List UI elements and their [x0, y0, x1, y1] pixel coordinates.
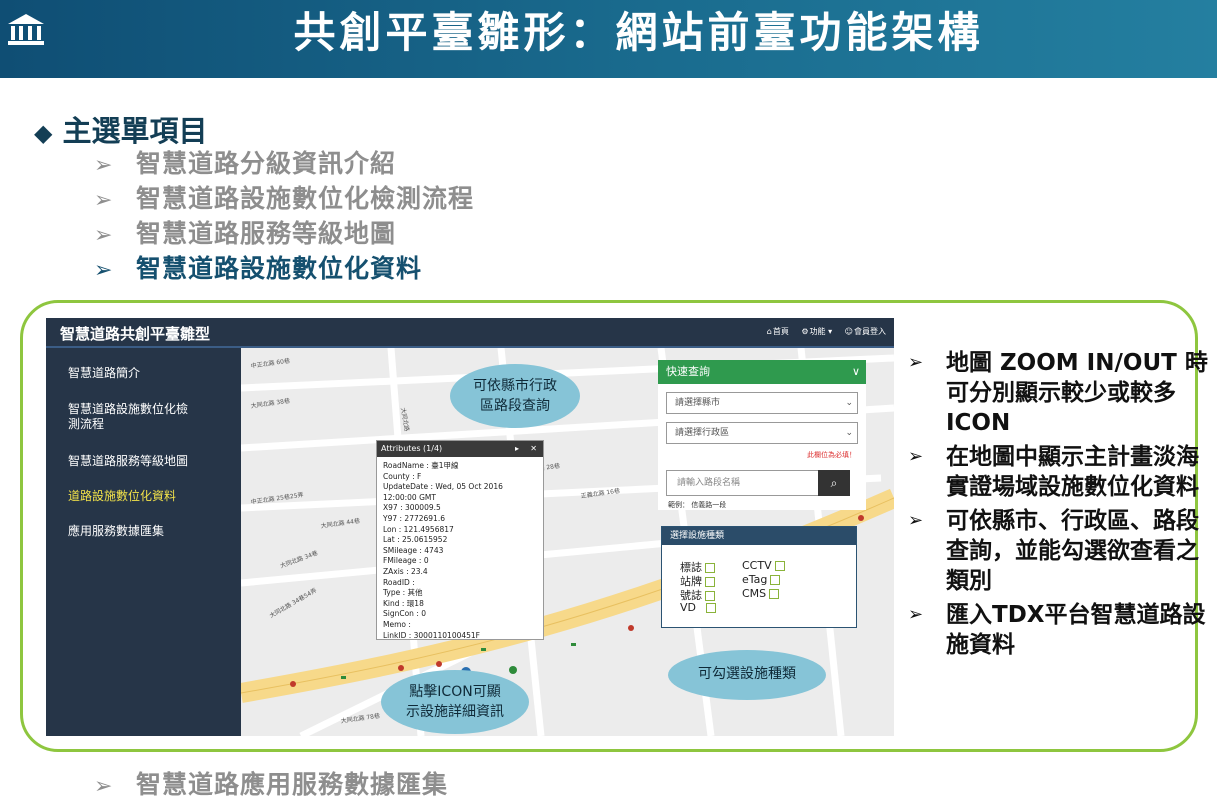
facility-option[interactable]: eTag [742, 573, 781, 586]
sub-item-label: 智慧道路設施數位化檢測流程 [136, 184, 475, 213]
title-banner: 共創平臺雛形：網站前臺功能架構 [0, 0, 1217, 78]
top-nav: ⌂首頁 ⚙功能 ▾ ☺會員登入 [757, 326, 886, 337]
arrow-bullet-icon: ➢ [908, 446, 924, 467]
platform-screenshot: 智慧道路共創平臺雛型 ⌂首頁 ⚙功能 ▾ ☺會員登入 智慧道路簡介 智慧道路設施… [46, 318, 894, 736]
arrow-bullet-icon: ➢ [908, 352, 924, 373]
search-example: 範例： 信義路一段 [668, 501, 727, 509]
note-item: ➢ 匯入TDX平台智慧道路設施資料 [908, 602, 1206, 658]
quick-search-header[interactable]: 快速查詢 ∨ [658, 360, 866, 384]
sidebar-item-digital-data[interactable]: 道路設施數位化資料 [68, 489, 176, 504]
sub-item: ➢ 智慧道路分級資訊介紹 [94, 146, 474, 181]
required-note: 此欄位為必填！ [807, 451, 856, 459]
facility-option[interactable]: CCTV [742, 559, 785, 572]
login-link[interactable]: ☺會員登入 [845, 327, 886, 336]
arrow-bullet-icon: ➢ [94, 153, 114, 178]
callout-search: 可依縣市行政 區路段查詢 [450, 364, 580, 428]
arrow-bullet-icon: ➢ [908, 510, 924, 531]
attributes-popup[interactable]: Attributes (1/4) ▸ ✕ RoadName : 臺1甲線 Count… [376, 440, 544, 640]
note-item: ➢ 地圖 ZOOM IN/OUT 時可分別顯示較少或較多ICON [908, 350, 1208, 436]
sidebar: 智慧道路簡介 智慧道路設施數位化檢 測流程 智慧道路服務等級地圖 道路設施數位化資… [46, 348, 241, 736]
sub-item: ➢ 智慧道路服務等級地圖 [94, 216, 474, 251]
county-select[interactable]: 請選擇縣市 ⌄ [666, 392, 858, 414]
arrow-bullet-icon: ➢ [94, 258, 114, 283]
checkbox[interactable] [705, 591, 715, 601]
checkbox[interactable] [769, 589, 780, 599]
next-icon[interactable]: ▸ [515, 441, 519, 457]
sidebar-item-service-map[interactable]: 智慧道路服務等級地圖 [68, 454, 188, 469]
sub-item-label: 智慧道路設施數位化資料 [136, 254, 423, 283]
note-item: ➢ 可依縣市、行政區、路段查詢，並能勾選欲查看之類別 [908, 508, 1199, 594]
callout-icon: 點擊ICON可顯 示設施詳細資訊 [381, 670, 529, 734]
main-heading-text: 主選單項目 [62, 114, 208, 148]
sub-item-active: ➢ 智慧道路設施數位化資料 [94, 251, 474, 286]
note-item: ➢ 在地圖中顯示主計畫淡海實證場域設施數位化資料 [908, 444, 1199, 500]
district-select[interactable]: 請選擇行政區 ⌄ [666, 422, 858, 444]
arrow-bullet-icon: ➢ [94, 188, 114, 213]
sub-item-last: ➢ 智慧道路應用服務數據匯集 [94, 770, 448, 799]
sub-item-list: ➢ 智慧道路分級資訊介紹 ➢ 智慧道路設施數位化檢測流程 ➢ 智慧道路服務等級地圖 ➢… [94, 146, 474, 286]
facility-option[interactable]: CMS [742, 587, 780, 600]
close-icon[interactable]: ✕ [530, 441, 537, 457]
sub-item-label: 智慧道路分級資訊介紹 [136, 149, 397, 178]
chevron-down-icon[interactable]: ∨ [852, 360, 860, 384]
arrow-bullet-icon: ➢ [94, 223, 114, 248]
functions-menu[interactable]: ⚙功能 ▾ [801, 327, 832, 336]
callout-facility: 可勾選設施種類 [668, 650, 826, 700]
attribute-list: RoadName : 臺1甲線 County : F UpdateDate : … [383, 461, 503, 640]
popup-header: Attributes (1/4) ▸ ✕ [377, 441, 543, 457]
checkbox[interactable] [705, 563, 715, 573]
sub-item: ➢ 智慧道路設施數位化檢測流程 [94, 181, 474, 216]
arrow-bullet-icon: ➢ [94, 774, 114, 799]
checkbox[interactable] [770, 575, 781, 585]
sub-item-label: 智慧道路服務等級地圖 [136, 219, 397, 248]
facility-option[interactable]: VD [680, 601, 716, 614]
checkbox[interactable] [705, 577, 715, 587]
facility-header: 選擇設施種類 [662, 527, 856, 545]
sidebar-item-inspection[interactable]: 智慧道路設施數位化檢 測流程 [68, 402, 188, 432]
search-button[interactable]: ⌕ [818, 470, 850, 496]
search-icon: ⌕ [830, 476, 838, 490]
sidebar-item-intro[interactable]: 智慧道路簡介 [68, 366, 140, 381]
home-link[interactable]: ⌂首頁 [767, 327, 789, 336]
feature-notes: ➢ 地圖 ZOOM IN/OUT 時可分別顯示較少或較多ICON ➢ 在地圖中顯示主… [908, 348, 1208, 664]
arrow-bullet-icon: ➢ [908, 604, 924, 625]
facility-type-panel: 選擇設施種類 標誌 站牌 號誌 VD CCTV eTag CMS [661, 526, 857, 628]
dropdown-icon: ⌄ [845, 398, 853, 408]
checkbox[interactable] [706, 603, 716, 613]
sidebar-item-data-collection[interactable]: 應用服務數據匯集 [68, 524, 164, 539]
page-title: 共創平臺雛形：網站前臺功能架構 [293, 8, 984, 57]
app-title: 智慧道路共創平臺雛型 [60, 325, 211, 343]
diamond-bullet-icon: ◆ [34, 119, 53, 147]
dropdown-icon: ⌄ [845, 428, 853, 438]
main-heading: ◆ 主選單項目 [34, 108, 207, 150]
checkbox[interactable] [774, 561, 785, 571]
app-header: 智慧道路共創平臺雛型 ⌂首頁 ⚙功能 ▾ ☺會員登入 [46, 318, 894, 348]
